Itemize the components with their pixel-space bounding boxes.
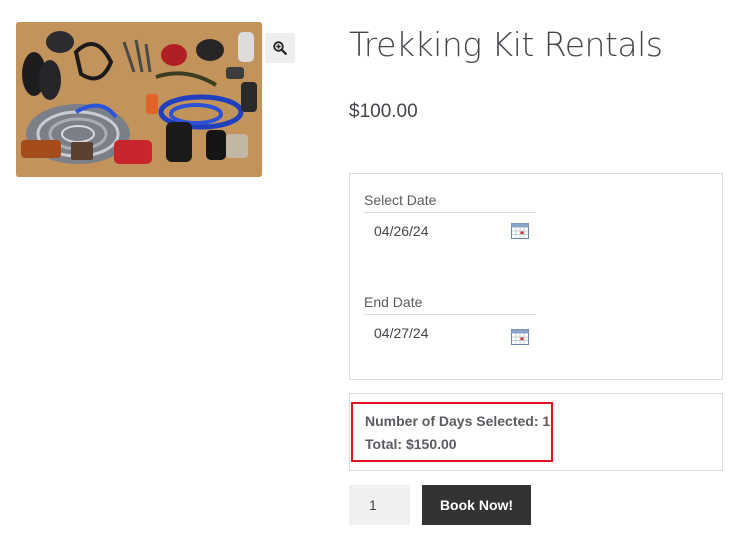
- summary-highlight-box: [351, 402, 553, 462]
- start-date-value[interactable]: 04/26/24: [374, 223, 429, 239]
- end-date-input[interactable]: 04/27/24: [364, 315, 536, 349]
- book-now-button[interactable]: Book Now!: [422, 485, 531, 525]
- quantity-input[interactable]: [349, 485, 410, 525]
- zoom-in-icon: [273, 41, 287, 55]
- zoom-button[interactable]: [265, 33, 295, 63]
- product-price: $100.00: [349, 101, 418, 122]
- gear-photo: [16, 22, 262, 177]
- days-selected-text: Number of Days Selected: 1: [365, 413, 551, 429]
- total-price-text: Total: $150.00: [365, 436, 457, 452]
- start-date-input[interactable]: 04/26/24: [364, 213, 536, 247]
- booking-summary: Number of Days Selected: 1 Total: $150.0…: [349, 393, 723, 471]
- end-date-value[interactable]: 04/27/24: [374, 325, 429, 341]
- product-page: Trekking Kit Rentals $100.00 Select Date…: [0, 0, 744, 540]
- calendar-icon[interactable]: [511, 223, 529, 244]
- product-image[interactable]: [16, 22, 262, 177]
- calendar-icon[interactable]: [511, 329, 529, 350]
- product-title: Trekking Kit Rentals: [349, 25, 663, 64]
- booking-dates-panel: Select Date 04/26/24 End Date 04/27/24: [349, 173, 723, 380]
- start-date-field: Select Date 04/26/24: [364, 191, 536, 247]
- end-date-field: End Date 04/27/24: [364, 293, 536, 349]
- end-date-label: End Date: [364, 293, 536, 315]
- start-date-label: Select Date: [364, 191, 536, 213]
